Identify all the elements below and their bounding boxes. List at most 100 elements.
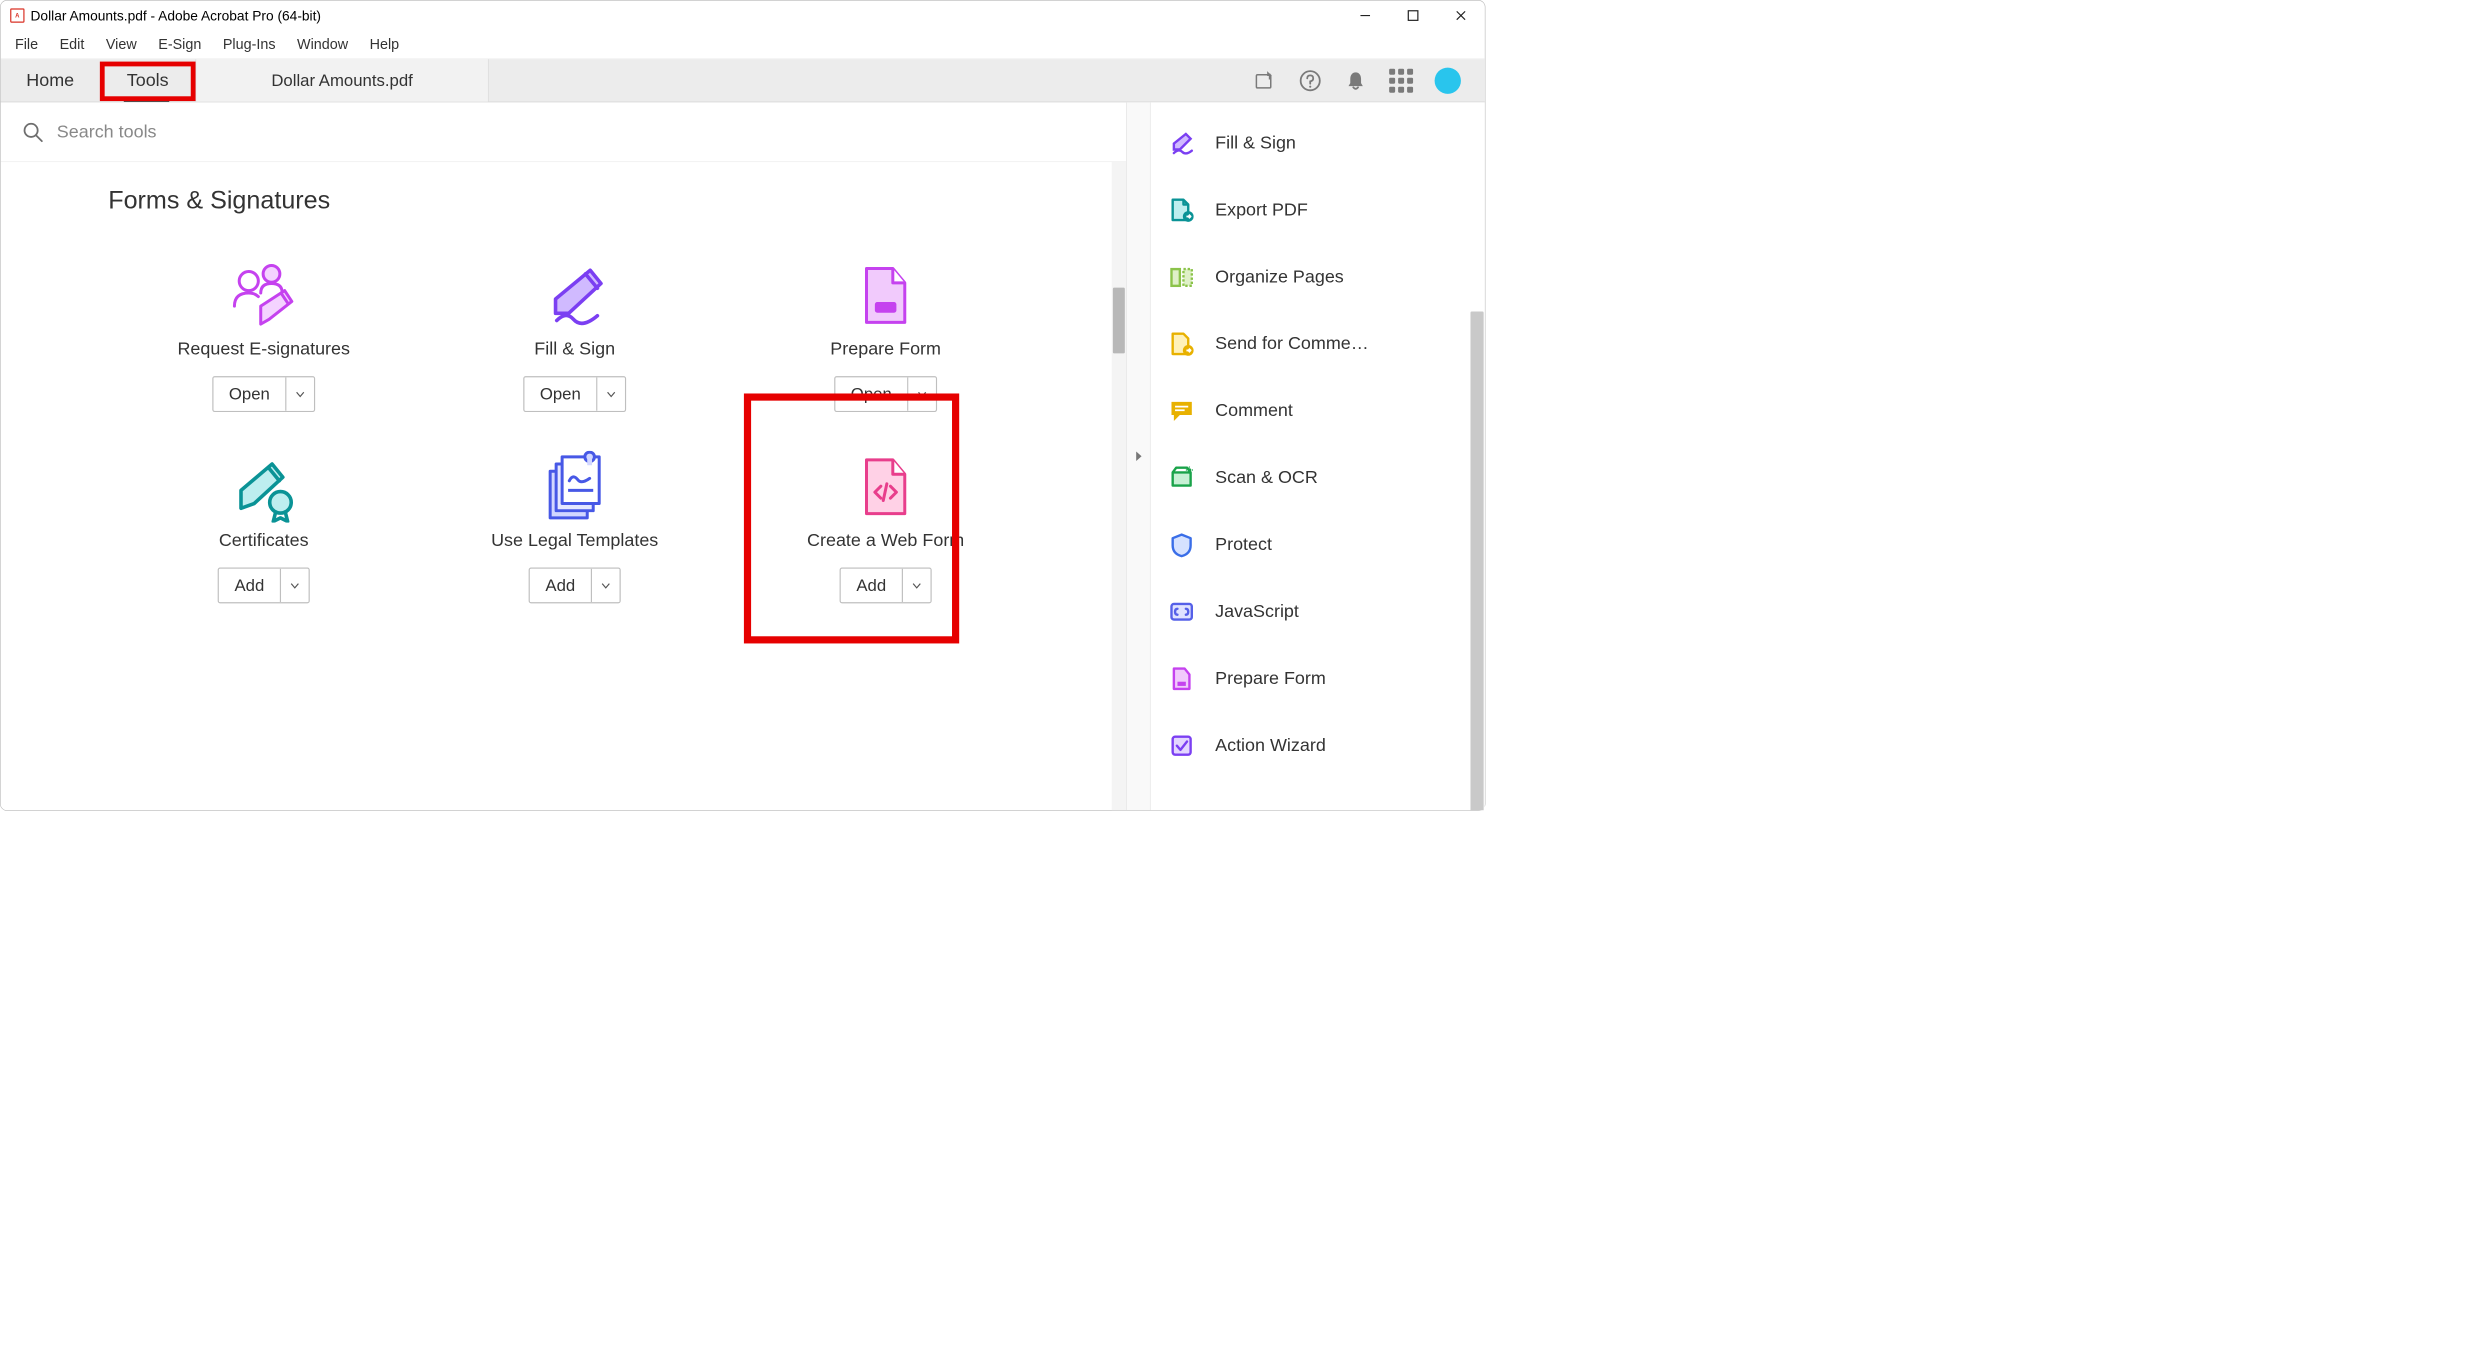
open-caret[interactable] [909, 377, 937, 410]
tool-card-legal-templates: Use Legal Templates Add [419, 430, 730, 603]
organize-pages-icon [1165, 263, 1198, 291]
add-split-button: Add [218, 568, 310, 604]
add-button[interactable]: Add [219, 569, 281, 602]
action-wizard-icon [1165, 732, 1198, 760]
open-split-button: Open [523, 376, 626, 412]
search-icon [22, 121, 44, 143]
help-icon[interactable] [1298, 68, 1322, 92]
tools-content: Forms & Signatures Re [1, 162, 1126, 810]
sidebar-label: Prepare Form [1215, 669, 1326, 689]
sidebar-label: Protect [1215, 535, 1272, 555]
prepare-form-icon [1165, 665, 1198, 693]
tool-card-fill-sign: Fill & Sign Open [419, 239, 730, 412]
app-window: A Dollar Amounts.pdf - Adobe Acrobat Pro… [0, 0, 1485, 811]
open-button[interactable]: Open [835, 377, 908, 410]
sidebar-item-send-comments[interactable]: Send for Comme… [1151, 310, 1485, 377]
sidebar-label: Scan & OCR [1215, 468, 1318, 488]
open-caret[interactable] [598, 377, 626, 410]
apps-grid-icon[interactable] [1389, 68, 1413, 92]
add-caret[interactable] [592, 569, 620, 602]
menu-esign[interactable]: E-Sign [147, 36, 212, 53]
maximize-button[interactable] [1389, 1, 1437, 31]
menu-help[interactable]: Help [359, 36, 410, 53]
open-button[interactable]: Open [524, 377, 597, 410]
tab-tools-label: Tools [127, 70, 169, 90]
tool-label: Certificates [219, 530, 309, 550]
prepare-form-icon [856, 257, 916, 335]
sidebar-item-comment[interactable]: Comment [1151, 377, 1485, 444]
menu-view[interactable]: View [95, 36, 147, 53]
scan-ocr-icon [1165, 464, 1198, 492]
bell-icon[interactable] [1344, 68, 1368, 92]
content-scrollbar-track[interactable] [1112, 162, 1126, 810]
search-input[interactable] [57, 122, 1105, 142]
share-icon[interactable] [1253, 68, 1277, 92]
add-button[interactable]: Add [841, 569, 903, 602]
menu-plugins[interactable]: Plug-Ins [212, 36, 286, 53]
tab-home[interactable]: Home [1, 59, 100, 101]
tab-document[interactable]: Dollar Amounts.pdf [196, 59, 489, 101]
fill-sign-icon [539, 257, 611, 335]
menu-window[interactable]: Window [286, 36, 359, 53]
sidebar-item-protect[interactable]: Protect [1151, 511, 1485, 578]
tool-card-request-esignatures: Request E-signatures Open [108, 239, 419, 412]
add-caret[interactable] [281, 569, 309, 602]
open-split-button: Open [212, 376, 315, 412]
legal-templates-icon [542, 448, 608, 526]
tool-label: Use Legal Templates [491, 530, 658, 550]
tool-label: Request E-signatures [177, 339, 350, 359]
sidebar-item-fill-sign[interactable]: Fill & Sign [1151, 109, 1485, 176]
sidebar-item-javascript[interactable]: JavaScript [1151, 578, 1485, 645]
menu-edit[interactable]: Edit [49, 36, 95, 53]
sidebar-label: Fill & Sign [1215, 133, 1296, 153]
add-split-button: Add [840, 568, 932, 604]
window-controls [1341, 1, 1485, 31]
request-esignatures-icon [225, 257, 303, 335]
sidebar-item-organize-pages[interactable]: Organize Pages [1151, 243, 1485, 310]
sidebar-label: Send for Comme… [1215, 334, 1369, 354]
tool-card-certificates: Certificates Add [108, 430, 419, 603]
tabbar-right [1253, 59, 1485, 101]
sidebar-label: Organize Pages [1215, 267, 1344, 287]
collapse-sidebar-handle[interactable] [1126, 102, 1150, 810]
menubar: File Edit View E-Sign Plug-Ins Window He… [1, 30, 1485, 59]
acrobat-app-icon: A [10, 8, 24, 22]
section-title: Forms & Signatures [108, 186, 1090, 215]
sidebar-label: Comment [1215, 401, 1293, 421]
tool-label: Prepare Form [830, 339, 941, 359]
content-scrollbar-thumb[interactable] [1113, 288, 1125, 354]
searchbar [1, 102, 1126, 162]
sidebar-item-scan-ocr[interactable]: Scan & OCR [1151, 444, 1485, 511]
export-pdf-icon [1165, 196, 1198, 224]
titlebar: A Dollar Amounts.pdf - Adobe Acrobat Pro… [1, 1, 1485, 31]
sidebar-item-action-wizard[interactable]: Action Wizard [1151, 712, 1485, 779]
fill-sign-icon [1165, 129, 1198, 157]
send-comments-icon [1165, 330, 1198, 358]
tools-sidebar: Fill & Sign Export PDF Organize Pages Se… [1150, 102, 1485, 810]
comment-icon [1165, 397, 1198, 425]
window-title: Dollar Amounts.pdf - Adobe Acrobat Pro (… [30, 7, 321, 23]
minimize-button[interactable] [1341, 1, 1389, 31]
sidebar-scrollbar-thumb[interactable] [1470, 312, 1483, 811]
sidebar-item-prepare-form[interactable]: Prepare Form [1151, 645, 1485, 712]
user-avatar[interactable] [1435, 67, 1461, 93]
sidebar-label: Action Wizard [1215, 736, 1326, 756]
tab-tools[interactable]: Tools [100, 59, 196, 101]
add-split-button: Add [529, 568, 621, 604]
add-button[interactable]: Add [530, 569, 592, 602]
javascript-icon [1165, 598, 1198, 626]
main-area: Forms & Signatures Re [1, 102, 1126, 810]
web-form-icon [856, 448, 916, 526]
sidebar-label: Export PDF [1215, 200, 1308, 220]
close-button[interactable] [1437, 1, 1485, 31]
tool-label: Fill & Sign [534, 339, 615, 359]
tool-card-prepare-form: Prepare Form Open [730, 239, 1041, 412]
certificates-icon [228, 448, 300, 526]
menu-file[interactable]: File [4, 36, 49, 53]
open-caret[interactable] [287, 377, 315, 410]
sidebar-label: JavaScript [1215, 602, 1299, 622]
open-button[interactable]: Open [213, 377, 286, 410]
sidebar-item-export-pdf[interactable]: Export PDF [1151, 176, 1485, 243]
add-caret[interactable] [903, 569, 931, 602]
tool-card-web-form: Create a Web Form Add [730, 430, 1041, 603]
